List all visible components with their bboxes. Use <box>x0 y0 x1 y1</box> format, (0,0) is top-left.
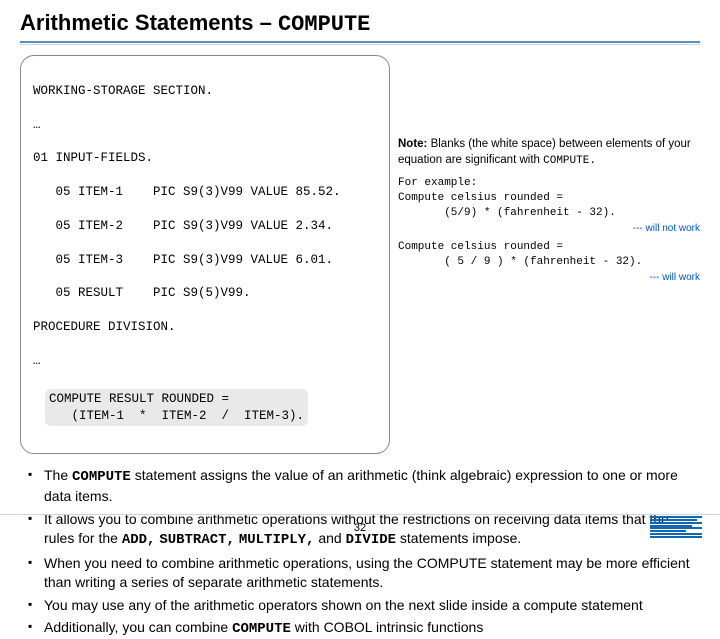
bullet-list: The COMPUTE statement assigns the value … <box>20 466 700 639</box>
bullet-item: You may use any of the arithmetic operat… <box>44 596 700 615</box>
compute-highlight: COMPUTE RESULT ROUNDED = (ITEM-1 * ITEM-… <box>45 389 308 427</box>
code-listing: WORKING-STORAGE SECTION. … 01 INPUT-FIEL… <box>20 55 390 454</box>
title-underline <box>20 41 700 43</box>
note-column: Note: Blanks (the white space) between e… <box>398 55 700 454</box>
good-tag: --- will work <box>649 272 700 283</box>
ibm-logo <box>650 516 702 538</box>
code-line: 05 ITEM-2 PIC S9(3)V99 VALUE 2.34. <box>33 218 379 235</box>
footer: 32 <box>0 514 720 540</box>
code-line: COMPUTE RESULT ROUNDED = <box>49 392 229 406</box>
note-label: Note: <box>398 138 427 150</box>
example-bad: Compute celsius rounded = (5/9) * (fahre… <box>398 191 700 221</box>
bullet-item: When you need to combine arithmetic oper… <box>44 554 700 592</box>
code-line: … <box>33 117 379 134</box>
note-block: Note: Blanks (the white space) between e… <box>398 137 700 168</box>
title-prefix: Arithmetic Statements – <box>20 10 278 35</box>
slide-title: Arithmetic Statements – COMPUTE <box>20 10 700 37</box>
example-label: For example: <box>398 176 700 191</box>
note-keyword: COMPUTE. <box>543 155 596 167</box>
code-line: 01 INPUT-FIELDS. <box>33 150 379 167</box>
bad-tag: --- will not work <box>633 223 700 234</box>
code-line: (ITEM-1 * ITEM-2 / ITEM-3). <box>49 409 304 423</box>
code-line: WORKING-STORAGE SECTION. <box>33 83 379 100</box>
code-line: 05 ITEM-3 PIC S9(3)V99 VALUE 6.01. <box>33 252 379 269</box>
page-number: 32 <box>354 522 366 534</box>
code-line: 05 RESULT PIC S9(5)V99. <box>33 285 379 302</box>
code-line: 05 ITEM-1 PIC S9(3)V99 VALUE 85.52. <box>33 184 379 201</box>
title-subrule <box>20 44 700 45</box>
example-good: Compute celsius rounded = ( 5 / 9 ) * (f… <box>398 240 700 270</box>
bullet-item: The COMPUTE statement assigns the value … <box>44 466 700 506</box>
title-keyword: COMPUTE <box>278 12 370 37</box>
bullet-item: Additionally, you can combine COMPUTE wi… <box>44 618 700 639</box>
code-line: PROCEDURE DIVISION. <box>33 319 379 336</box>
code-line: … <box>33 353 379 370</box>
